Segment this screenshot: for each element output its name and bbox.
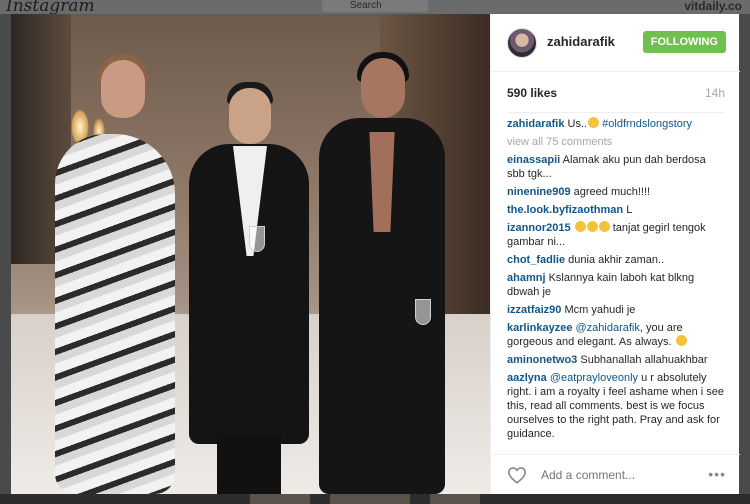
comment: chot_fadlie dunia akhir zaman..	[507, 253, 725, 267]
comment: aminonetwo3 Subhanallah allahuakhbar	[507, 353, 725, 367]
comment-username[interactable]: ninenine909	[507, 186, 571, 198]
comment-username[interactable]: the.look.byfizaothman	[507, 204, 623, 216]
comment-mention[interactable]: @zahidarafik	[576, 322, 640, 334]
wine-glass	[249, 226, 265, 252]
divider	[507, 112, 725, 113]
post-header: zahidarafik FOLLOWING	[491, 14, 740, 72]
add-comment-input[interactable]	[541, 467, 691, 483]
more-options-icon[interactable]: •••	[708, 466, 726, 482]
comment-username[interactable]: einassapii	[507, 154, 560, 166]
comment-username[interactable]: karlinkayzee	[507, 322, 572, 334]
comment-text: dunia akhir zaman..	[568, 254, 665, 266]
wine-glass	[415, 299, 431, 325]
comment-username[interactable]: izzatfaiz90	[507, 304, 561, 316]
background-thumbnail	[250, 494, 310, 504]
person-left-head	[101, 60, 145, 118]
emoji-icon	[675, 335, 687, 346]
comments-list: zahidarafik Us.. #oldfrndslongstory view…	[507, 117, 725, 445]
comment-bar: •••	[491, 454, 740, 494]
caption-hashtag[interactable]: #oldfrndslongstory	[602, 118, 692, 130]
comment-username[interactable]: ahamnj	[507, 272, 546, 284]
emoji-icon	[588, 117, 600, 128]
person-middle-head	[229, 88, 271, 144]
comment-username[interactable]: izannor2015	[507, 222, 571, 234]
background-header: Instagram Search vitdaily.co	[0, 0, 750, 16]
watermark: vitdaily.co	[684, 0, 742, 13]
comment: ninenine909 agreed much!!!!	[507, 185, 725, 199]
avatar[interactable]	[507, 28, 537, 58]
post-username[interactable]: zahidarafik	[547, 34, 615, 49]
comment-text: Subhanallah allahuakhbar	[580, 354, 708, 366]
post-modal: zahidarafik FOLLOWING 590 likes 14h zahi…	[11, 14, 740, 494]
post-photo[interactable]	[11, 14, 490, 494]
background-search: Search	[322, 0, 428, 12]
comment: ahamnj Kslannya kain laboh kat blkng dbw…	[507, 271, 725, 299]
comment-text: Mcm yahudi je	[564, 304, 636, 316]
comment: einassapii Alamak aku pun dah berdosa sb…	[507, 153, 725, 181]
person-middle-legs	[217, 434, 281, 494]
person-left-dress	[55, 134, 175, 494]
likes-count[interactable]: 590 likes	[507, 86, 557, 100]
caption-username[interactable]: zahidarafik	[507, 118, 564, 130]
comment: aazlyna @eatprayloveonly u r absolutely …	[507, 371, 725, 441]
comment-username[interactable]: aminonetwo3	[507, 354, 577, 366]
heart-icon[interactable]	[507, 466, 527, 484]
comment-username[interactable]: chot_fadlie	[507, 254, 565, 266]
emoji-icon	[574, 221, 586, 232]
comment-mention[interactable]: @eatprayloveonly	[550, 372, 638, 384]
comment: the.look.byfizaothman L	[507, 203, 725, 217]
comment-username[interactable]: aazlyna	[507, 372, 547, 384]
comment: karlinkayzee @zahidarafik, you are gorge…	[507, 321, 725, 349]
emoji-icon	[586, 221, 598, 232]
person-right-head	[361, 58, 405, 118]
comment-text: L	[626, 204, 633, 216]
post-stats: 590 likes 14h	[507, 86, 725, 102]
following-button[interactable]: FOLLOWING	[642, 31, 726, 53]
background-thumbnail	[330, 494, 410, 504]
comment: izzatfaiz90 Mcm yahudi je	[507, 303, 725, 317]
comment-text: agreed much!!!!	[573, 186, 651, 198]
background-thumbnail	[430, 494, 480, 504]
caption-text: Us..	[567, 118, 588, 130]
view-all-comments-link[interactable]: view all 75 comments	[507, 135, 725, 149]
emoji-icon	[598, 221, 610, 232]
caption: zahidarafik Us.. #oldfrndslongstory	[507, 117, 725, 131]
post-sidebar: zahidarafik FOLLOWING 590 likes 14h zahi…	[490, 14, 740, 494]
post-time: 14h	[704, 86, 725, 100]
comment: izannor2015 tanjat gegirl tengok gambar …	[507, 221, 725, 249]
